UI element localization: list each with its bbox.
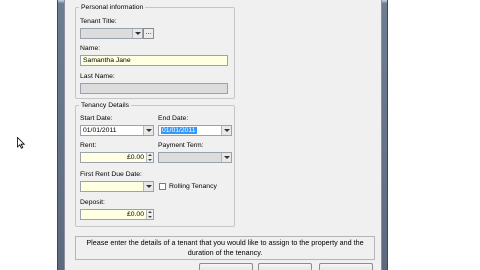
dialog-client-area: Personal information Tenant Title: ... N… <box>64 0 382 270</box>
name-label: Name: <box>80 45 101 52</box>
rolling-tenancy-checkbox[interactable] <box>159 183 166 190</box>
tenancy-details-group: Tenancy Details Start Date: 01/01/2011 E… <box>75 101 235 227</box>
tenant-title-label: Tenant Title: <box>80 18 117 25</box>
chevron-down-icon[interactable] <box>143 182 153 191</box>
deposit-input[interactable]: £0.00 <box>80 209 154 220</box>
rolling-tenancy-label: Rolling Tenancy <box>169 183 217 190</box>
rent-label: Rent: <box>80 142 97 149</box>
deposit-value: £0.00 <box>126 211 144 218</box>
end-date-value: 01/01/2011 <box>161 127 197 134</box>
mouse-cursor-icon <box>17 137 25 149</box>
tenancy-details-legend: Tenancy Details <box>79 101 131 110</box>
end-date-picker[interactable]: 01/01/2011 <box>158 125 232 136</box>
name-value: Samantha Jane <box>83 57 131 64</box>
rent-value: £0.00 <box>126 154 144 161</box>
name-input[interactable]: Samantha Jane <box>80 55 228 66</box>
last-name-label: Last Name: <box>80 73 115 80</box>
dialog-button-3[interactable] <box>319 263 373 270</box>
payment-term-combobox[interactable] <box>158 152 232 163</box>
instruction-hint-box: Please enter the details of a tenant tha… <box>75 236 375 260</box>
dialog-button-2[interactable] <box>258 263 312 270</box>
last-name-input[interactable] <box>80 83 228 94</box>
deposit-label: Deposit: <box>80 199 105 206</box>
personal-information-legend: Personal information <box>79 3 146 12</box>
instruction-line-1: Please enter the details of a tenant tha… <box>86 238 364 247</box>
calendar-dropdown-icon[interactable] <box>143 126 153 135</box>
dialog-button-1[interactable] <box>199 263 253 270</box>
start-date-label: Start Date: <box>80 115 113 122</box>
tenant-title-combobox[interactable] <box>80 28 143 39</box>
start-date-picker[interactable]: 01/01/2011 <box>80 125 154 136</box>
calendar-dropdown-icon[interactable] <box>221 126 231 135</box>
end-date-label: End Date: <box>158 115 189 122</box>
first-rent-due-date-combobox[interactable] <box>80 181 154 192</box>
chevron-down-icon[interactable] <box>221 153 231 162</box>
personal-information-group: Personal information Tenant Title: ... N… <box>75 3 235 99</box>
start-date-value: 01/01/2011 <box>83 127 117 134</box>
rent-spinner-icon[interactable] <box>146 153 153 162</box>
desktop-background <box>0 0 57 270</box>
instruction-line-2: duration of the tenancy. <box>187 248 263 257</box>
payment-term-label: Payment Term: <box>158 142 204 149</box>
rent-input[interactable]: £0.00 <box>80 152 154 163</box>
deposit-spinner-icon[interactable] <box>146 210 153 219</box>
first-rent-due-date-label: First Rent Due Date: <box>80 171 142 178</box>
tenant-title-browse-button[interactable]: ... <box>143 28 154 39</box>
chevron-down-icon[interactable] <box>132 29 142 38</box>
